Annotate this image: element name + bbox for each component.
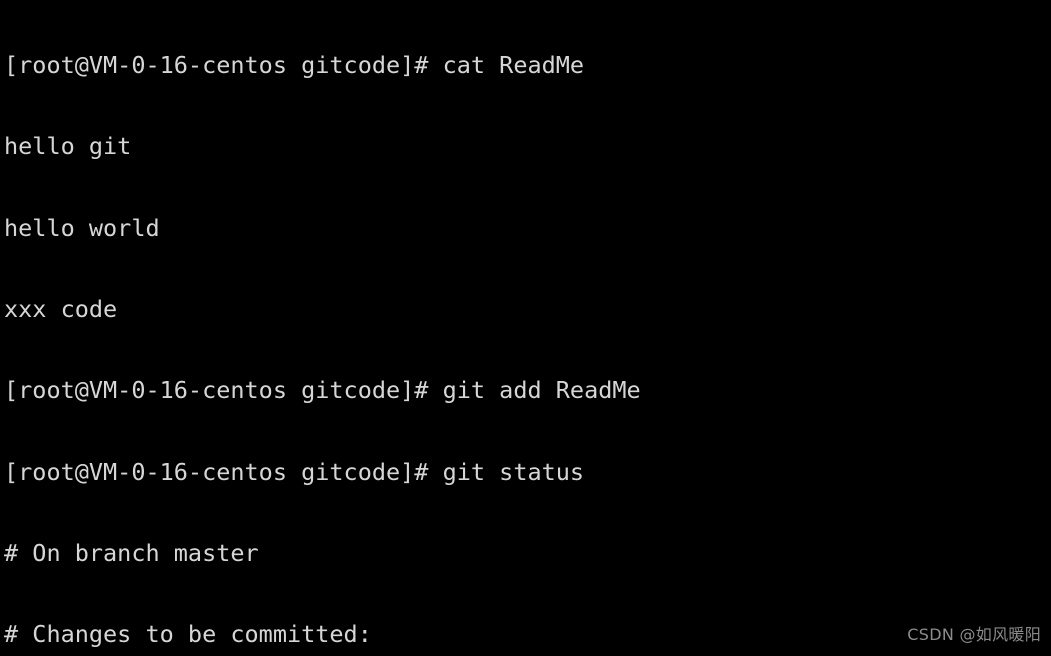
terminal-line: xxx code [4, 295, 118, 324]
terminal-line: hello git [4, 132, 132, 161]
terminal-line: hello world [4, 213, 160, 242]
terminal-output: [root@VM-0-16-centos gitcode]# cat ReadM… [4, 0, 1051, 656]
terminal-window[interactable]: [root@VM-0-16-centos gitcode]# cat ReadM… [0, 0, 1051, 656]
terminal-line: [root@VM-0-16-centos gitcode]# cat ReadM… [4, 51, 585, 80]
terminal-line: [root@VM-0-16-centos gitcode]# git statu… [4, 457, 585, 486]
terminal-line: # On branch master [4, 538, 259, 567]
csdn-watermark: CSDN @如风暖阳 [907, 624, 1041, 644]
terminal-line: [root@VM-0-16-centos gitcode]# git add R… [4, 376, 641, 405]
terminal-line: # Changes to be committed: [4, 620, 372, 649]
